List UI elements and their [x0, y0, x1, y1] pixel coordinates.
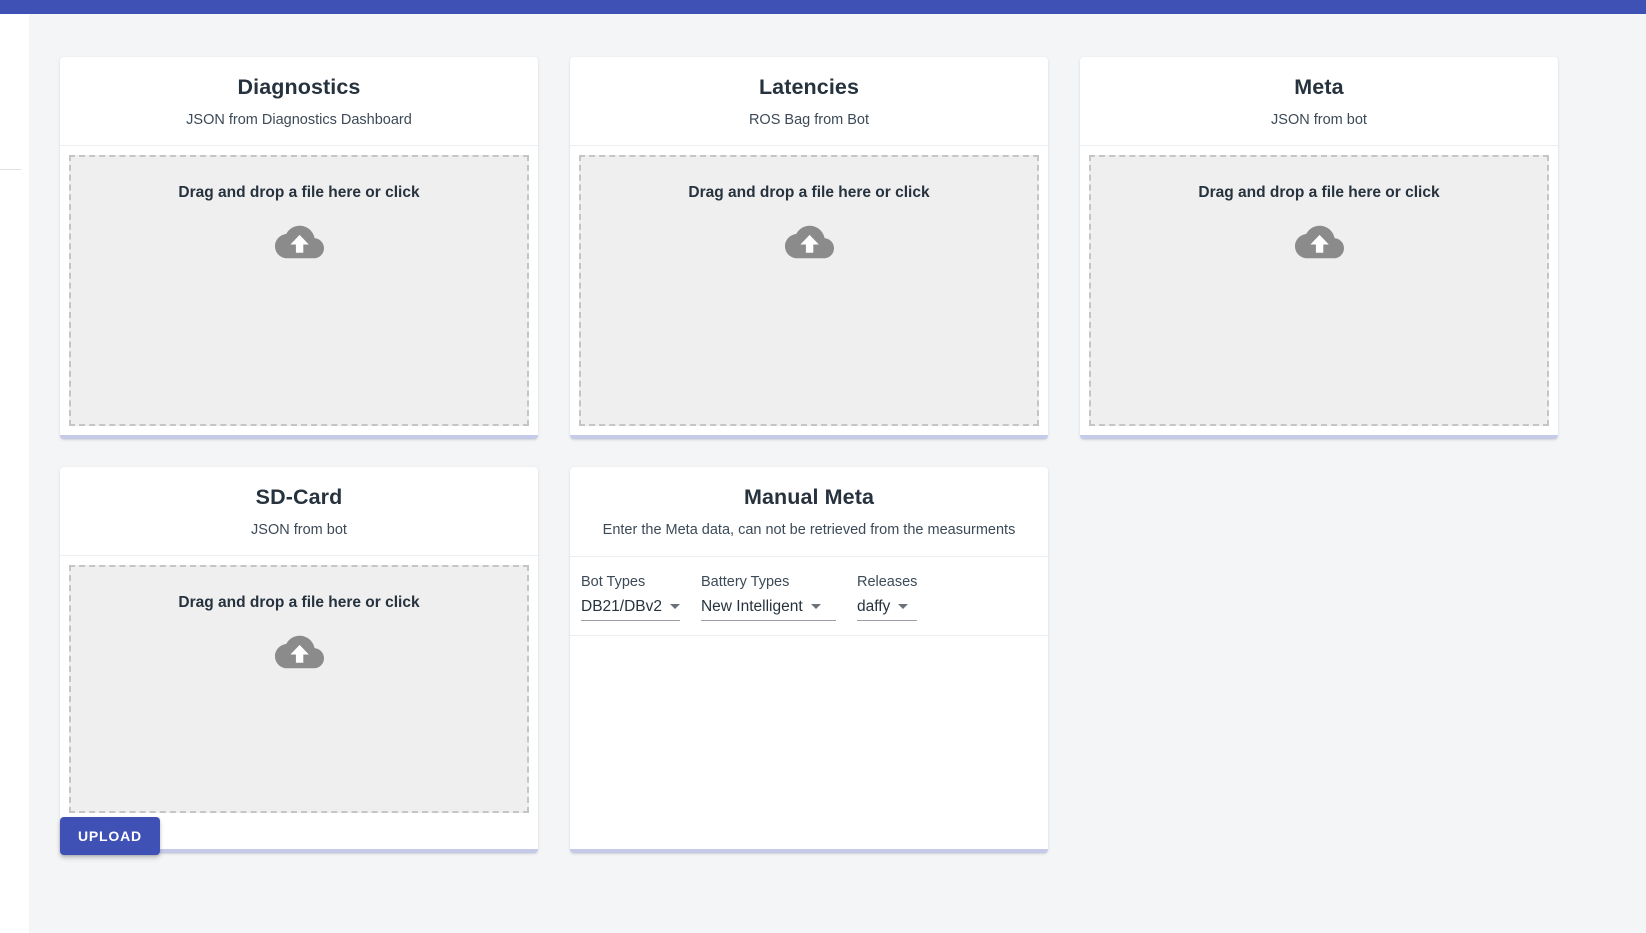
card-header: Latencies ROS Bag from Bot [570, 57, 1048, 147]
cards-row-2: SD-Card JSON from bot Drag and drop a fi… [60, 467, 1587, 853]
card-subtitle: JSON from bot [251, 521, 347, 538]
card-meta: Meta JSON from bot Drag and drop a file … [1080, 57, 1558, 440]
app-top-bar [0, 0, 1646, 14]
field-label: Battery Types [700, 574, 790, 591]
chevron-down-icon [669, 603, 680, 609]
card-subtitle: Enter the Meta data, can not be retrieve… [602, 521, 1016, 538]
card-title: Manual Meta [743, 485, 875, 510]
gutter-divider [0, 169, 21, 170]
releases-select[interactable]: daffy [856, 597, 918, 621]
card-header: Diagnostics JSON from Diagnostics Dashbo… [60, 57, 538, 147]
field-releases: Releases daffy [856, 573, 918, 621]
upload-cards-grid: Diagnostics JSON from Diagnostics Dashbo… [60, 57, 1587, 881]
page-content: Diagnostics JSON from Diagnostics Dashbo… [29, 14, 1646, 933]
card-manual-meta: Manual Meta Enter the Meta data, can not… [570, 467, 1048, 853]
dropzone-label: Drag and drop a file here or click [688, 184, 930, 202]
cloud-upload-icon [1091, 222, 1547, 264]
card-body: Drag and drop a file here or click [570, 146, 1048, 435]
card-body: Drag and drop a file here or click [60, 146, 538, 435]
releases-value: daffy [856, 597, 891, 615]
card-body: Drag and drop a file here or click [60, 556, 538, 822]
card-title: SD-Card [255, 485, 343, 510]
cards-row-1: Diagnostics JSON from Diagnostics Dashbo… [60, 57, 1587, 440]
grid-empty-slot [1080, 467, 1558, 853]
card-sd-card: SD-Card JSON from bot Drag and drop a fi… [60, 467, 538, 853]
battery-types-select[interactable]: New Intelligent [700, 597, 836, 621]
card-diagnostics: Diagnostics JSON from Diagnostics Dashbo… [60, 57, 538, 440]
manual-meta-empty-area [570, 636, 1048, 849]
cloud-upload-icon [71, 632, 527, 674]
dropzone-latencies[interactable]: Drag and drop a file here or click [579, 155, 1039, 427]
dropzone-meta[interactable]: Drag and drop a file here or click [1089, 155, 1549, 427]
manual-meta-fields: Bot Types DB21/DBv2 Battery Types New In… [570, 557, 1048, 636]
chevron-down-icon [898, 603, 909, 609]
battery-types-value: New Intelligent [700, 597, 803, 615]
field-label: Bot Types [581, 574, 646, 591]
upload-action-bar: UPLOAD [60, 817, 160, 855]
card-subtitle: JSON from bot [1271, 111, 1367, 128]
field-label: Releases [856, 574, 918, 591]
cloud-upload-icon [71, 222, 527, 264]
dropzone-diagnostics[interactable]: Drag and drop a file here or click [69, 155, 529, 427]
card-header: Manual Meta Enter the Meta data, can not… [570, 467, 1048, 558]
dropzone-label: Drag and drop a file here or click [178, 184, 420, 202]
left-gutter [0, 14, 29, 933]
dropzone-sd-card[interactable]: Drag and drop a file here or click [69, 565, 529, 814]
card-title: Diagnostics [237, 75, 361, 99]
card-subtitle: JSON from Diagnostics Dashboard [186, 111, 412, 128]
card-latencies: Latencies ROS Bag from Bot Drag and drop… [570, 57, 1048, 440]
upload-button[interactable]: UPLOAD [60, 817, 160, 855]
card-header: SD-Card JSON from bot [60, 467, 538, 557]
bot-types-select[interactable]: DB21/DBv2 [581, 597, 680, 621]
chevron-down-icon [810, 603, 821, 609]
cloud-upload-icon [581, 222, 1037, 264]
card-body: Drag and drop a file here or click [1080, 146, 1558, 435]
card-header: Meta JSON from bot [1080, 57, 1558, 147]
app-root: Diagnostics JSON from Diagnostics Dashbo… [0, 0, 1646, 933]
bot-types-value: DB21/DBv2 [581, 597, 662, 615]
card-subtitle: ROS Bag from Bot [748, 111, 870, 128]
field-bot-types: Bot Types DB21/DBv2 [581, 573, 680, 621]
card-title: Meta [1294, 75, 1344, 99]
field-battery-types: Battery Types New Intelligent [700, 573, 836, 621]
dropzone-label: Drag and drop a file here or click [178, 594, 420, 612]
card-title: Latencies [758, 75, 860, 99]
dropzone-label: Drag and drop a file here or click [1198, 184, 1440, 202]
